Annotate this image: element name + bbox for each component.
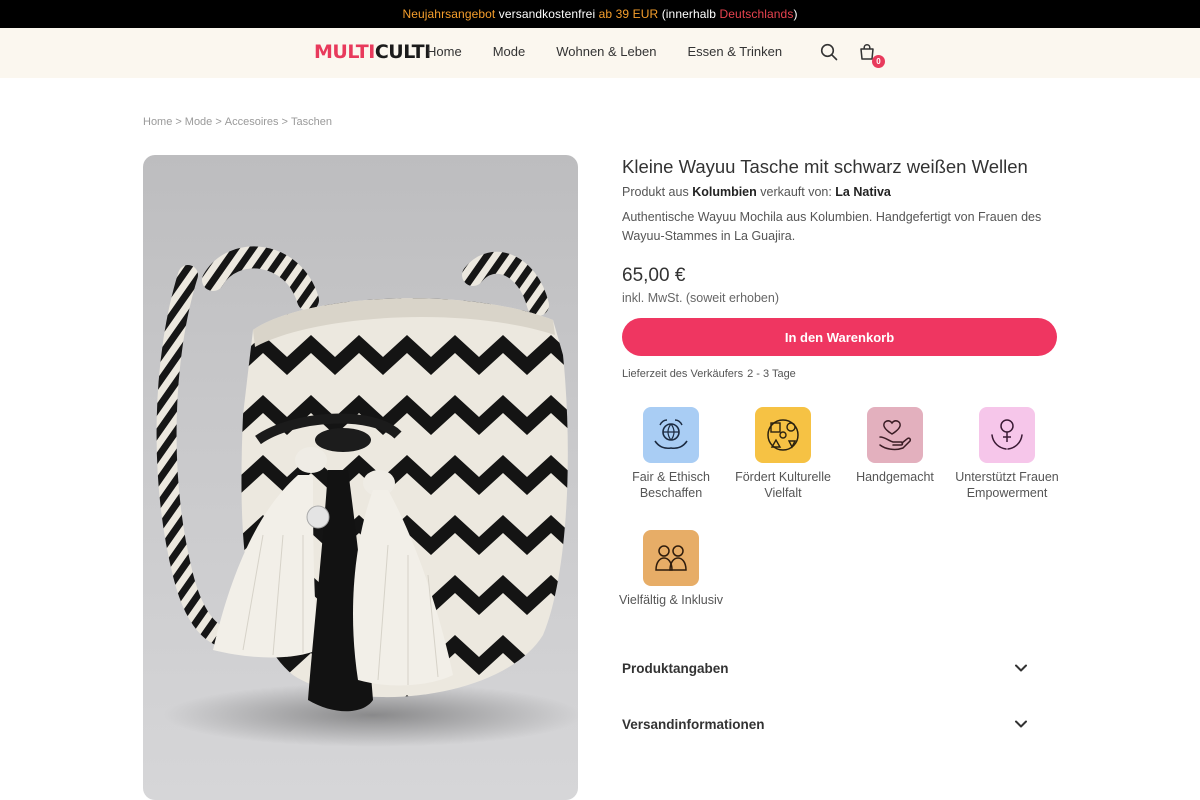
chevron-down-icon bbox=[1015, 720, 1027, 728]
breadcrumb-home[interactable]: Home bbox=[143, 116, 172, 128]
search-icon bbox=[820, 43, 838, 61]
origin-prefix: Produkt aus bbox=[622, 185, 693, 199]
badge-label: Vielfältig & Inklusiv bbox=[619, 593, 723, 607]
heart-hand-icon bbox=[867, 407, 923, 463]
accordion-label: Versandinformationen bbox=[622, 716, 765, 732]
badge-frauen-empowerment: Unterstützt Frauen Empowerment bbox=[951, 407, 1063, 501]
site-header: MULTICULTI Home Mode Wohnen & Leben Esse… bbox=[0, 28, 1200, 78]
culture-shapes-icon bbox=[755, 407, 811, 463]
product-info: Kleine Wayuu Tasche mit schwarz weißen W… bbox=[622, 155, 1057, 380]
announcement-country: Deutschlands bbox=[719, 7, 794, 21]
delivery-label: Lieferzeit des Verkäufers bbox=[622, 368, 744, 380]
breadcrumb: Home > Mode > Accesoires > Taschen bbox=[143, 116, 332, 128]
search-button[interactable] bbox=[819, 42, 839, 62]
announcement-offer: Neujahrsangebot bbox=[402, 7, 496, 21]
header-icons: 0 bbox=[819, 42, 885, 68]
accordion-produktangaben[interactable]: Produktangaben bbox=[622, 653, 1028, 683]
announcement-text-3: ) bbox=[793, 7, 798, 21]
breadcrumb-current: Taschen bbox=[290, 116, 332, 128]
badge-label: Fair & Ethisch Beschaffen bbox=[632, 470, 710, 500]
nav-essen-trinken[interactable]: Essen & Trinken bbox=[687, 44, 782, 59]
badge-label: Handgemacht bbox=[856, 470, 934, 484]
logo-culti: CULTI bbox=[374, 41, 431, 63]
accordion-versandinformationen[interactable]: Versandinformationen bbox=[622, 709, 1028, 739]
logo[interactable]: MULTICULTI bbox=[314, 41, 431, 63]
product-price: 65,00 € bbox=[622, 265, 686, 286]
announcement-threshold: ab 39 EUR bbox=[598, 7, 659, 21]
origin-country[interactable]: Kolumbien bbox=[692, 185, 757, 199]
accordion-label: Produktangaben bbox=[622, 660, 729, 676]
badge-kulturelle-vielfalt: Fördert Kulturelle Vielfalt bbox=[727, 407, 839, 501]
nav-wohnen-leben[interactable]: Wohnen & Leben bbox=[556, 44, 656, 59]
badge-fair-ethisch: Fair & Ethisch Beschaffen bbox=[615, 407, 727, 501]
product-title: Kleine Wayuu Tasche mit schwarz weißen W… bbox=[622, 156, 1028, 177]
badge-label: Fördert Kulturelle Vielfalt bbox=[735, 470, 831, 500]
badge-vielfaeltig-inklusiv: Vielfältig & Inklusiv bbox=[615, 530, 727, 608]
delivery-time: Lieferzeit des Verkäufers 2 - 3 Tage bbox=[622, 368, 1057, 380]
cart-count-badge: 0 bbox=[872, 55, 885, 68]
breadcrumb-separator: > bbox=[215, 116, 222, 128]
vat-note: inkl. MwSt. (soweit erhoben) bbox=[622, 291, 780, 305]
cart-button[interactable]: 0 bbox=[857, 42, 885, 68]
announcement-text-2: (innerhalb bbox=[658, 7, 720, 21]
delivery-days: 2 - 3 Tage bbox=[747, 368, 796, 380]
logo-multi: MULTI bbox=[314, 41, 375, 63]
badge-handgemacht: Handgemacht bbox=[839, 407, 951, 485]
breadcrumb-mode[interactable]: Mode bbox=[185, 116, 213, 128]
product-image[interactable] bbox=[143, 155, 578, 800]
nav-home[interactable]: Home bbox=[427, 44, 462, 59]
wayuu-bag-illustration bbox=[156, 246, 578, 747]
breadcrumb-accesoires[interactable]: Accesoires bbox=[225, 116, 279, 128]
product-origin: Produkt aus Kolumbien verkauft von: La N… bbox=[622, 185, 1057, 199]
product-description: Authentische Wayuu Mochila aus Kolumbien… bbox=[622, 210, 1042, 243]
people-diversity-icon bbox=[643, 530, 699, 586]
breadcrumb-separator: > bbox=[175, 116, 182, 128]
announcement-bar: Neujahrsangebot versandkostenfrei ab 39 … bbox=[0, 0, 1200, 28]
seller-link[interactable]: La Nativa bbox=[835, 185, 891, 199]
female-symbol-hands-icon bbox=[979, 407, 1035, 463]
globe-hands-icon bbox=[643, 407, 699, 463]
origin-mid: verkauft von: bbox=[756, 185, 836, 199]
chevron-down-icon bbox=[1015, 664, 1027, 672]
badge-label: Unterstützt Frauen Empowerment bbox=[955, 470, 1059, 500]
main-nav: Home Mode Wohnen & Leben Essen & Trinken bbox=[427, 44, 813, 59]
nav-mode[interactable]: Mode bbox=[493, 44, 526, 59]
breadcrumb-separator: > bbox=[281, 116, 288, 128]
add-to-cart-button[interactable]: In den Warenkorb bbox=[622, 318, 1057, 356]
announcement-text: versandkostenfrei bbox=[495, 7, 599, 21]
